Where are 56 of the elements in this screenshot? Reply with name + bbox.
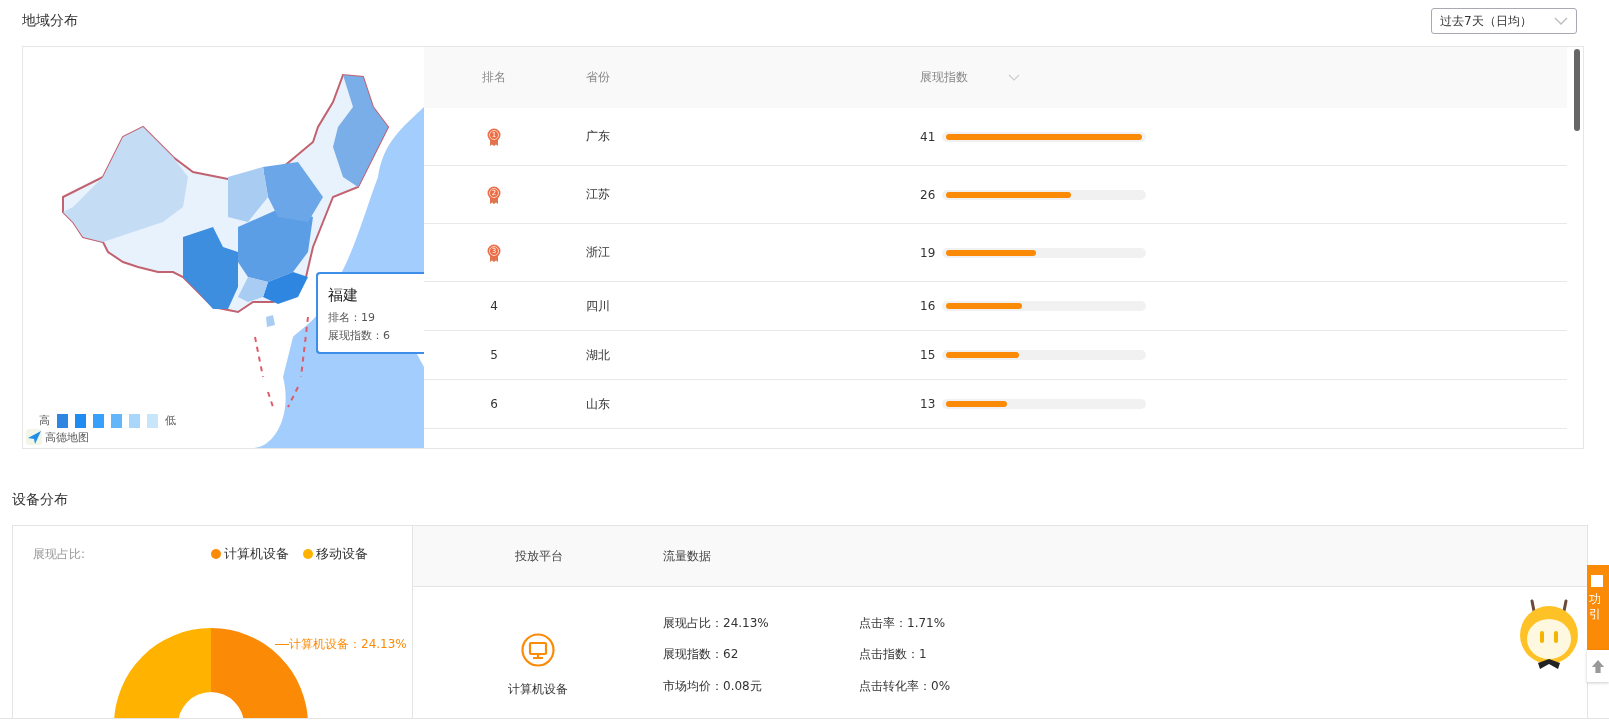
legend-swatch <box>57 413 68 428</box>
column-header: 省份 <box>585 69 611 86</box>
stat-text: 点击率：1.71% <box>859 615 947 632</box>
rank-number: 6 <box>490 397 498 411</box>
legend-swatch <box>111 413 122 428</box>
column-header: 流量数据 <box>663 547 712 565</box>
section-title: 地域分布 <box>22 12 78 30</box>
legend-label: 低 <box>165 413 176 428</box>
period-dropdown[interactable]: 过去7天（日均） <box>1431 8 1577 34</box>
legend-label: 移动设备 <box>316 545 368 563</box>
stat-text: 展现占比：24.13% <box>663 615 770 632</box>
index-value: 41 <box>920 129 937 144</box>
column-header: 展现指数 <box>920 69 968 86</box>
platform-name: 计算机设备 <box>508 681 568 698</box>
legend-swatch <box>75 413 86 428</box>
index-value: 26 <box>920 187 937 202</box>
province-name: 江苏 <box>585 186 611 203</box>
rank-number: 5 <box>490 348 498 362</box>
province-name: 广东 <box>585 128 611 145</box>
scrollbar-thumb[interactable] <box>1574 49 1580 131</box>
legend-swatch <box>129 413 140 428</box>
arrow-up-icon <box>1591 658 1605 674</box>
tooltip-text: 排名：19 <box>328 310 376 325</box>
paper-plane-logo-icon <box>26 429 42 445</box>
tooltip-title: 福建 <box>328 286 359 305</box>
square-icon <box>1591 575 1603 587</box>
back-to-top-button[interactable] <box>1587 650 1609 682</box>
legend-swatch <box>93 413 104 428</box>
section-title: 设备分布 <box>11 490 69 509</box>
rank-number: 4 <box>490 299 498 313</box>
sort-chevron-icon <box>1008 74 1020 81</box>
column-header: 排名 <box>482 69 506 86</box>
stat-text: 点击指数：1 <box>859 646 928 664</box>
province-name: 湖北 <box>585 346 611 364</box>
stat-text: 市场均价：0.08元 <box>663 677 763 695</box>
index-value: 13 <box>920 397 937 411</box>
legend-label: 高 <box>39 413 50 428</box>
monitor-icon <box>521 633 555 667</box>
index-value: 16 <box>920 299 937 313</box>
legend-label: 计算机设备 <box>224 545 289 563</box>
donut-slice-label: 计算机设备：24.13% <box>289 636 407 653</box>
chart-label: 展现占比: <box>33 546 86 563</box>
owl-mascot-icon[interactable] <box>1519 597 1579 671</box>
province-name: 浙江 <box>585 244 611 261</box>
map-provider-label: 高德地图 <box>45 429 89 445</box>
province-name: 四川 <box>585 297 611 315</box>
chevron-down-icon <box>1554 17 1568 25</box>
legend-swatch <box>147 413 158 428</box>
leader-line <box>275 644 289 645</box>
province-name: 山东 <box>585 395 611 413</box>
tooltip-text: 展现指数：6 <box>328 328 391 343</box>
stat-text: 展现指数：62 <box>663 646 740 664</box>
column-header: 投放平台 <box>514 547 564 565</box>
index-value: 15 <box>920 348 937 362</box>
stat-text: 点击转化率：0% <box>859 677 952 695</box>
index-value: 19 <box>920 245 937 260</box>
